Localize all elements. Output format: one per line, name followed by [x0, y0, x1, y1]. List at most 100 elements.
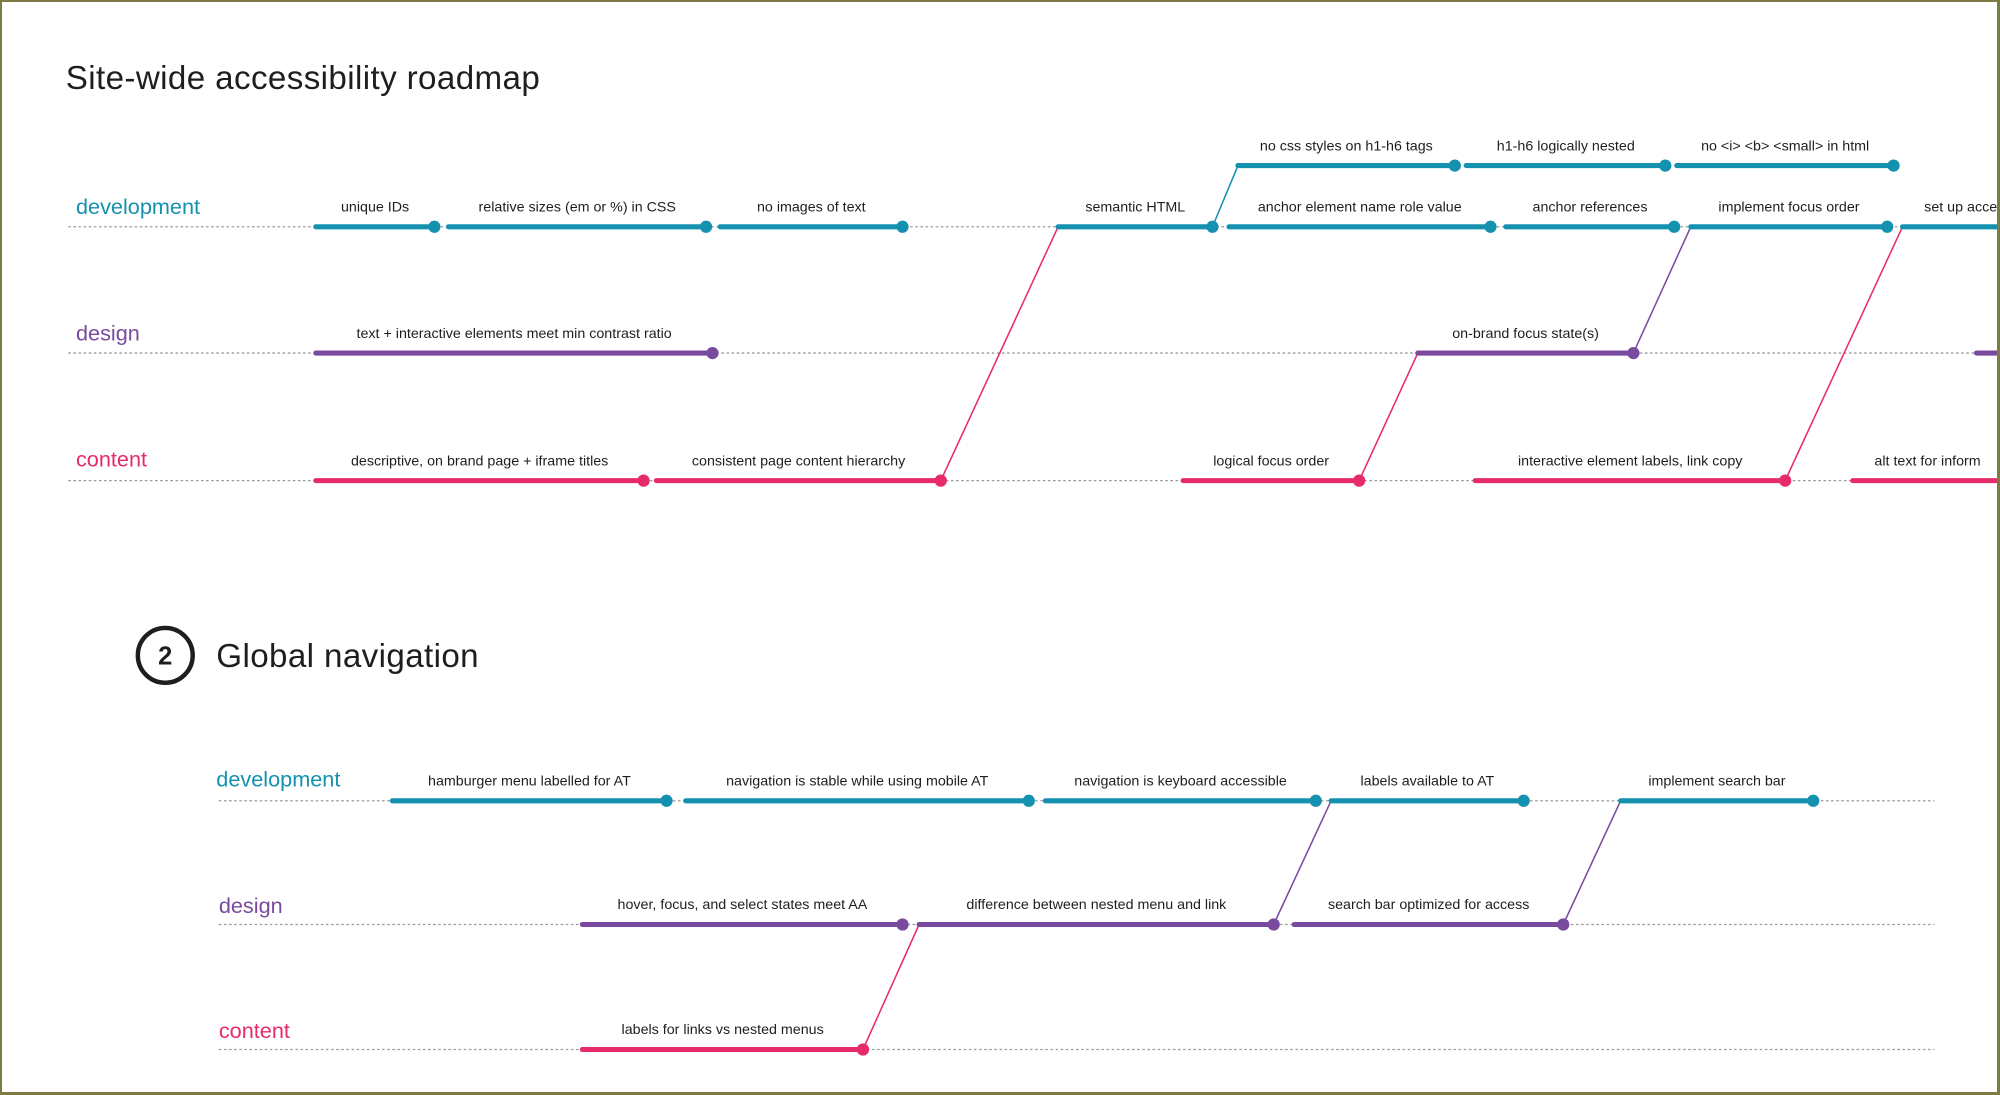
milestone[interactable]: on-brand focus state(s) [1415, 326, 1640, 360]
milestone-label: hover, focus, and select states meet AA [618, 897, 868, 913]
milestone[interactable]: anchor element name role value [1226, 199, 1497, 233]
milestone[interactable]: set up acce [1899, 199, 2000, 230]
milestone[interactable]: anchor references [1503, 199, 1681, 233]
dependency-connector [862, 924, 920, 1050]
milestone-end-dot-icon [1627, 346, 1640, 360]
section-site-wide: Site-wide accessibility roadmap developm… [66, 60, 2000, 487]
milestone-end-dot-icon [699, 220, 713, 233]
dependency-connector [1211, 165, 1239, 228]
lane-label-design: design [76, 320, 140, 345]
milestone-label: logical focus order [1213, 453, 1329, 469]
milestone-label: navigation is keyboard accessible [1074, 773, 1287, 789]
milestone[interactable]: navigation is keyboard accessible [1042, 773, 1322, 807]
milestone[interactable]: no css styles on h1-h6 tags [1235, 138, 1461, 172]
milestone-label: text + interactive elements meet min con… [357, 326, 672, 342]
milestone[interactable]: implement search bar [1618, 773, 1820, 807]
milestone[interactable]: unique IDs [313, 199, 441, 233]
milestone-end-dot-icon [1517, 794, 1530, 807]
milestone[interactable]: hover, focus, and select states meet AA [579, 897, 909, 931]
milestone-label: search bar optimized for access [1328, 897, 1529, 913]
milestone[interactable]: hamburger menu labelled for AT [389, 773, 673, 807]
roadmap-diagram: Site-wide accessibility roadmap developm… [66, 60, 2000, 1056]
dependency-connector [1562, 800, 1622, 925]
milestone-end-dot-icon [637, 474, 650, 487]
milestone-end-dot-icon [1668, 220, 1681, 233]
section-1-timeline: unique IDs relative sizes (em or %) in CS… [68, 138, 2000, 487]
milestone[interactable]: semantic HTML [1055, 199, 1219, 233]
milestone[interactable]: descriptive, on brand page + iframe titl… [313, 453, 650, 487]
milestone-end-dot-icon [1779, 474, 1792, 487]
milestone[interactable]: logical focus order [1180, 453, 1366, 487]
section-global-navigation: 2 Global navigation development design c… [135, 625, 1935, 1056]
milestone[interactable]: difference between nested menu and link [916, 897, 1280, 931]
milestone[interactable]: implement focus order [1688, 199, 1894, 233]
milestone-end-dot-icon [1557, 918, 1570, 931]
milestone-label: labels for links vs nested menus [622, 1022, 824, 1038]
milestone-label: anchor element name role value [1258, 199, 1462, 215]
milestone-label: set up acce [1924, 199, 1997, 215]
milestone-end-dot-icon [896, 918, 909, 931]
milestone[interactable]: interactive element labels, link copy [1472, 453, 1792, 487]
milestone-end-dot-icon [1353, 474, 1366, 487]
section-title: Site-wide accessibility roadmap [66, 60, 540, 97]
milestone-end-dot-icon [1659, 159, 1672, 172]
milestone-end-dot-icon [1881, 220, 1894, 233]
lane-label-design: design [219, 893, 283, 918]
milestone[interactable]: search bar optimized for access [1291, 897, 1570, 931]
dependency-connector [1272, 800, 1332, 925]
milestone[interactable]: alt text for inform [1850, 453, 2000, 484]
milestone[interactable]: text + interactive elements meet min con… [313, 326, 719, 360]
milestone-label: h1-h6 logically nested [1497, 138, 1635, 154]
lane-label-content: content [219, 1018, 290, 1043]
milestone-end-dot-icon [1206, 220, 1219, 233]
milestone-label: semantic HTML [1085, 199, 1185, 215]
lane-label-development: development [216, 767, 340, 792]
milestone[interactable]: no <i> <b> <small> in html [1674, 138, 1900, 172]
milestone-end-dot-icon [1807, 794, 1820, 807]
milestone-label: navigation is stable while using mobile … [726, 773, 988, 789]
milestone[interactable]: relative sizes (em or %) in CSS [445, 199, 713, 233]
lane-label-content: content [76, 447, 147, 472]
milestone-label: alt text for inform [1874, 453, 1980, 469]
section-number-badge: 2 [135, 625, 195, 686]
milestone[interactable]: e [1973, 326, 2000, 356]
milestone-end-dot-icon [1448, 159, 1461, 172]
milestone-label: relative sizes (em or %) in CSS [479, 199, 676, 215]
milestone-label: descriptive, on brand page + iframe titl… [351, 453, 608, 469]
milestone-end-dot-icon [856, 1043, 870, 1056]
milestone-label: implement focus order [1718, 199, 1859, 215]
milestone[interactable]: labels for links vs nested menus [579, 1022, 870, 1056]
milestone-label: implement search bar [1648, 773, 1785, 789]
milestone-end-dot-icon [1309, 794, 1322, 807]
milestone-label: unique IDs [341, 199, 409, 215]
milestone[interactable]: no images of text [717, 199, 909, 233]
milestone-end-dot-icon [1484, 220, 1497, 233]
milestone-label: no images of text [757, 199, 866, 215]
milestone[interactable]: consistent page content hierarchy [653, 453, 947, 487]
milestone-end-dot-icon [896, 220, 909, 233]
milestone-label: consistent page content hierarchy [692, 453, 906, 469]
milestone-label: interactive element labels, link copy [1518, 453, 1743, 469]
badge-number: 2 [158, 642, 172, 670]
milestone[interactable]: labels available to AT [1328, 773, 1530, 807]
milestone-end-dot-icon [660, 794, 673, 807]
section-2-timeline: hamburger menu labelled for AT navigation… [218, 773, 1935, 1056]
milestone-end-dot-icon [1267, 918, 1280, 931]
section-title: Global navigation [216, 638, 479, 675]
milestone[interactable]: navigation is stable while using mobile … [683, 773, 1035, 807]
milestone-end-dot-icon [1022, 794, 1035, 807]
dependency-connector [1632, 226, 1692, 354]
milestone-label: on-brand focus state(s) [1452, 326, 1599, 342]
milestone-label: difference between nested menu and link [966, 897, 1227, 913]
milestone-end-dot-icon [1887, 159, 1900, 172]
milestone-label: anchor references [1533, 199, 1648, 215]
milestone-end-dot-icon [428, 220, 441, 233]
milestone-label: labels available to AT [1360, 773, 1494, 789]
milestone[interactable]: h1-h6 logically nested [1463, 138, 1672, 172]
milestone-end-dot-icon [934, 474, 947, 487]
lane-label-development: development [76, 194, 200, 219]
dependency-connector [1358, 352, 1419, 481]
milestone-label: no css styles on h1-h6 tags [1260, 138, 1433, 154]
milestone-end-dot-icon [706, 346, 719, 360]
milestone-label: hamburger menu labelled for AT [428, 773, 631, 789]
